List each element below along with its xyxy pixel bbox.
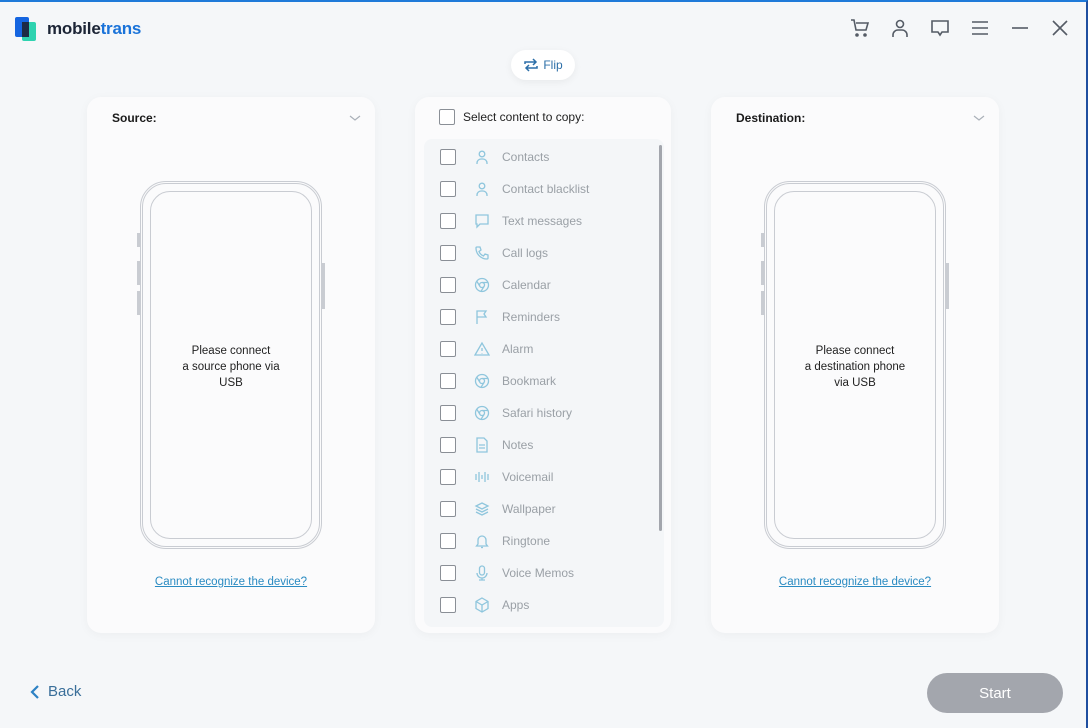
back-button[interactable]: Back xyxy=(30,683,81,700)
start-label: Start xyxy=(979,684,1011,702)
browser-icon xyxy=(474,405,490,421)
content-item-label: Voice Memos xyxy=(502,566,575,580)
phone-icon xyxy=(474,245,490,261)
source-cannot-recognize-link[interactable]: Cannot recognize the device? xyxy=(87,576,375,588)
content-item-checkbox[interactable] xyxy=(440,245,456,261)
content-item-label: Contact blacklist xyxy=(502,182,590,196)
content-item-checkbox[interactable] xyxy=(440,341,456,357)
app-logo: mobiletrans xyxy=(15,17,141,41)
content-item-contact-blacklist[interactable]: Contact blacklist xyxy=(440,179,589,199)
content-item-checkbox[interactable] xyxy=(440,597,456,613)
logo-text-part1: mobile xyxy=(47,19,101,38)
source-connect-message: Please connect a source phone via USB xyxy=(182,345,280,389)
content-item-notes[interactable]: Notes xyxy=(440,435,533,455)
content-item-label: Voicemail xyxy=(502,470,554,484)
content-item-label: Reminders xyxy=(502,310,561,324)
logo-text-part2: trans xyxy=(100,19,142,38)
content-item-label: Apps xyxy=(502,598,530,612)
content-item-reminders[interactable]: Reminders xyxy=(440,307,560,327)
select-all-checkbox[interactable] xyxy=(439,109,455,125)
content-item-checkbox[interactable] xyxy=(440,565,456,581)
content-item-label: Alarm xyxy=(502,342,534,356)
content-item-label: Wallpaper xyxy=(502,502,556,516)
flip-label: Flip xyxy=(543,58,563,72)
content-item-checkbox[interactable] xyxy=(440,373,456,389)
note-icon xyxy=(474,437,490,453)
content-item-wallpaper[interactable]: Wallpaper xyxy=(440,499,556,519)
destination-dropdown-chevron-icon[interactable] xyxy=(973,111,985,123)
cube-icon xyxy=(474,597,490,613)
message-icon xyxy=(474,213,490,229)
content-item-label: Safari history xyxy=(502,406,573,420)
layers-icon xyxy=(474,501,490,517)
warning-icon xyxy=(474,341,490,357)
cart-icon[interactable] xyxy=(850,17,870,39)
start-button[interactable]: Start xyxy=(927,673,1063,713)
destination-cannot-recognize-link[interactable]: Cannot recognize the device? xyxy=(711,576,999,588)
chevron-left-icon xyxy=(30,684,39,699)
close-icon[interactable] xyxy=(1050,17,1070,39)
destination-phone-illustration: Please connect a destination phone via U… xyxy=(761,181,949,549)
browser-icon xyxy=(474,373,490,389)
source-dropdown-chevron-icon[interactable] xyxy=(349,111,361,123)
content-item-label: Call logs xyxy=(502,246,549,260)
content-item-label: Text messages xyxy=(502,214,583,228)
content-item-checkbox[interactable] xyxy=(440,309,456,325)
content-item-checkbox[interactable] xyxy=(440,437,456,453)
person-icon xyxy=(474,181,490,197)
content-list-scrollbar[interactable] xyxy=(659,145,662,531)
content-selection-panel: Select content to copy: Contacts Contact … xyxy=(415,97,671,633)
content-item-checkbox[interactable] xyxy=(440,213,456,229)
content-item-voicemail[interactable]: Voicemail xyxy=(440,467,553,487)
content-item-label: Contacts xyxy=(502,150,550,164)
content-item-alarm[interactable]: Alarm xyxy=(440,339,533,359)
browser-icon xyxy=(474,277,490,293)
content-item-checkbox[interactable] xyxy=(440,469,456,485)
content-item-checkbox[interactable] xyxy=(440,149,456,165)
content-item-text-messages[interactable]: Text messages xyxy=(440,211,582,231)
minimize-icon[interactable] xyxy=(1010,17,1030,39)
destination-connect-message: Please connect a destination phone via U… xyxy=(804,345,906,389)
destination-title: Destination: xyxy=(736,111,806,125)
content-item-checkbox[interactable] xyxy=(440,405,456,421)
content-item-voice-memos[interactable]: Voice Memos xyxy=(440,563,574,583)
content-item-calendar[interactable]: Calendar xyxy=(440,275,551,295)
source-phone-illustration: Please connect a source phone via USB xyxy=(137,181,325,549)
content-item-contacts[interactable]: Contacts xyxy=(440,147,549,167)
bell-icon xyxy=(474,533,490,549)
content-item-label: Bookmark xyxy=(502,374,557,388)
content-item-checkbox[interactable] xyxy=(440,533,456,549)
user-icon[interactable] xyxy=(890,17,910,39)
mic-icon xyxy=(474,565,490,581)
person-icon xyxy=(474,149,490,165)
source-title: Source: xyxy=(112,111,157,125)
back-label: Back xyxy=(48,683,82,700)
flag-icon xyxy=(474,309,490,325)
content-item-ringtone[interactable]: Ringtone xyxy=(440,531,550,551)
content-item-apps[interactable]: Apps xyxy=(440,595,529,615)
menu-icon[interactable] xyxy=(970,17,990,39)
feedback-icon[interactable] xyxy=(930,17,950,39)
content-item-call-logs[interactable]: Call logs xyxy=(440,243,548,263)
source-panel: Source: Please connect a source phone vi… xyxy=(87,97,375,633)
select-all-label: Select content to copy: xyxy=(463,110,585,124)
swap-icon xyxy=(524,58,539,72)
content-item-checkbox[interactable] xyxy=(440,181,456,197)
window-controls xyxy=(850,17,1070,39)
content-item-safari-history[interactable]: Safari history xyxy=(440,403,572,423)
content-item-label: Ringtone xyxy=(502,534,551,548)
voicemail-icon xyxy=(474,469,490,485)
content-item-checkbox[interactable] xyxy=(440,277,456,293)
content-list: Contacts Contact blacklist Text messages Ca… xyxy=(424,139,664,627)
destination-panel: Destination: Please connect a destinatio… xyxy=(711,97,999,633)
content-item-bookmark[interactable]: Bookmark xyxy=(440,371,556,391)
logo-icon xyxy=(15,17,39,41)
logo-text: mobiletrans xyxy=(47,19,141,39)
content-item-label: Notes xyxy=(502,438,534,452)
select-all-row[interactable]: Select content to copy: xyxy=(439,109,584,125)
flip-button[interactable]: Flip xyxy=(511,50,575,80)
content-item-label: Calendar xyxy=(502,278,551,292)
content-item-checkbox[interactable] xyxy=(440,501,456,517)
